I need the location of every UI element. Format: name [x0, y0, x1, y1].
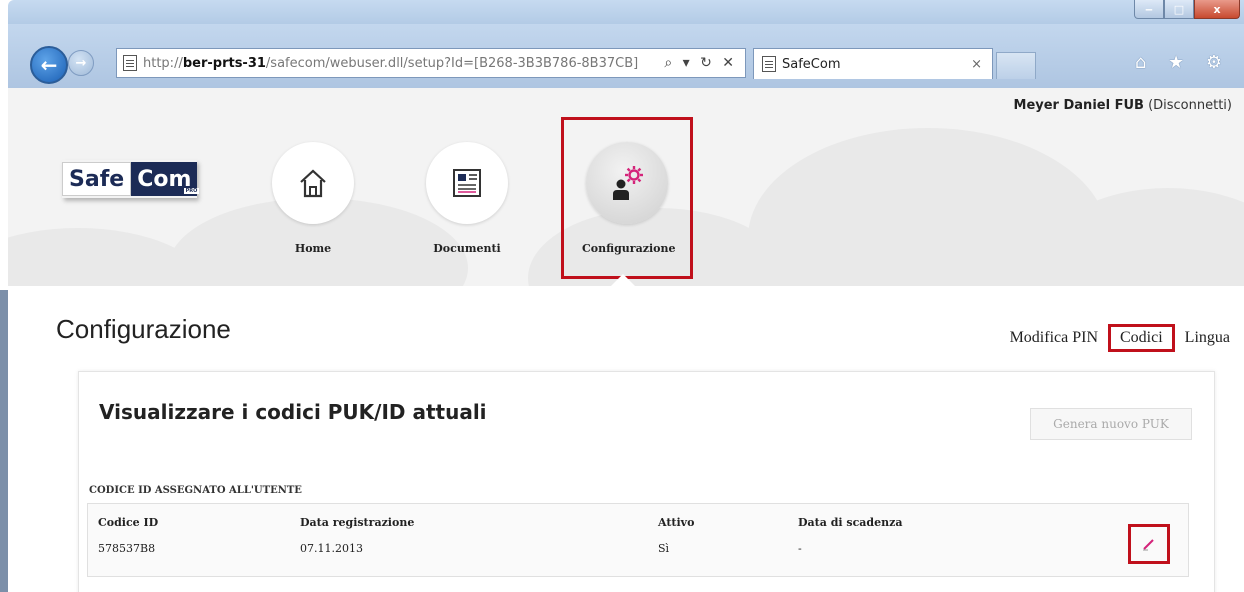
- edit-button[interactable]: [1128, 524, 1170, 564]
- logout-link[interactable]: (Disconnetti): [1148, 98, 1232, 113]
- nav-home-label: Home: [294, 242, 332, 255]
- user-name: Meyer Daniel FUB: [1013, 98, 1144, 113]
- new-tab-button[interactable]: [996, 52, 1036, 79]
- browser-toolbar: ← → http://ber-prts-31/safecom/webuser.d…: [8, 24, 1244, 89]
- nav-home[interactable]: Home: [268, 142, 358, 255]
- browser-tab[interactable]: SafeCom ×: [753, 48, 993, 79]
- address-bar[interactable]: http://ber-prts-31/safecom/webuser.dll/s…: [116, 48, 746, 78]
- col-attivo: Attivo: [658, 516, 695, 529]
- nav-documenti-label: Documenti: [433, 242, 501, 255]
- minimize-button[interactable]: ‒: [1134, 0, 1164, 19]
- active-pointer: [611, 274, 635, 286]
- back-button[interactable]: ←: [30, 46, 68, 84]
- card-title: Visualizzare i codici PUK/ID attuali: [99, 400, 487, 424]
- generate-puk-button[interactable]: Genera nuovo PUK: [1030, 408, 1192, 440]
- section-label: CODICE ID ASSEGNATO ALL'UTENTE: [89, 485, 302, 496]
- document-icon[interactable]: [426, 142, 508, 224]
- close-window-button[interactable]: x: [1194, 0, 1240, 19]
- header-banner: Meyer Daniel FUB (Disconnetti) Safe Com P…: [8, 88, 1244, 286]
- page-icon: [123, 55, 137, 71]
- browser-window: ‒ □ x ← → http://ber-prts-31/safecom/web…: [8, 0, 1244, 592]
- col-data-registrazione: Data registrazione: [300, 516, 415, 529]
- tab-page-icon: [762, 56, 776, 72]
- safecom-logo[interactable]: Safe Com PRO: [62, 160, 200, 198]
- title-bar: ‒ □ x: [8, 0, 1244, 24]
- side-strip: [0, 290, 8, 592]
- codes-card: Visualizzare i codici PUK/ID attuali Gen…: [78, 371, 1215, 592]
- cell-data-scadenza: -: [798, 542, 802, 555]
- cell-data-registrazione: 07.11.2013: [300, 542, 363, 555]
- user-info: Meyer Daniel FUB (Disconnetti): [1014, 98, 1232, 113]
- web-page: Meyer Daniel FUB (Disconnetti) Safe Com P…: [8, 88, 1244, 592]
- maximize-button[interactable]: □: [1164, 0, 1194, 19]
- tab-title: SafeCom: [782, 56, 841, 72]
- left-edge: [0, 0, 8, 592]
- sub-navigation: Modifica PIN Codici Lingua: [1010, 324, 1230, 352]
- forward-button[interactable]: →: [68, 50, 94, 76]
- col-data-scadenza: Data di scadenza: [798, 516, 903, 529]
- page-title: Configurazione: [56, 314, 231, 344]
- pencil-icon: [1143, 539, 1154, 551]
- tab-close-icon[interactable]: ×: [971, 57, 982, 72]
- subnav-modifica-pin[interactable]: Modifica PIN: [1010, 329, 1098, 347]
- cell-codice-id: 578537B8: [98, 542, 156, 555]
- cell-attivo: Sì: [658, 542, 670, 555]
- highlight-configurazione: [561, 117, 693, 279]
- address-controls[interactable]: ⌕ ▾ ↻ ✕: [664, 55, 737, 71]
- col-codice-id: Codice ID: [98, 516, 159, 529]
- subnav-lingua[interactable]: Lingua: [1185, 329, 1230, 347]
- subnav-codici[interactable]: Codici: [1108, 324, 1175, 352]
- nav-documenti[interactable]: Documenti: [422, 142, 512, 255]
- home-icon[interactable]: [272, 142, 354, 224]
- logo-com: Com PRO: [131, 162, 200, 196]
- window-controls: ‒ □ x: [1134, 0, 1240, 19]
- logo-safe: Safe: [62, 162, 132, 196]
- address-url[interactable]: http://ber-prts-31/safecom/webuser.dll/s…: [143, 56, 638, 71]
- home-favorites-settings-icons[interactable]: ⌂ ★ ⚙: [1135, 52, 1230, 73]
- id-code-table: Codice ID Data registrazione Attivo Data…: [87, 503, 1189, 577]
